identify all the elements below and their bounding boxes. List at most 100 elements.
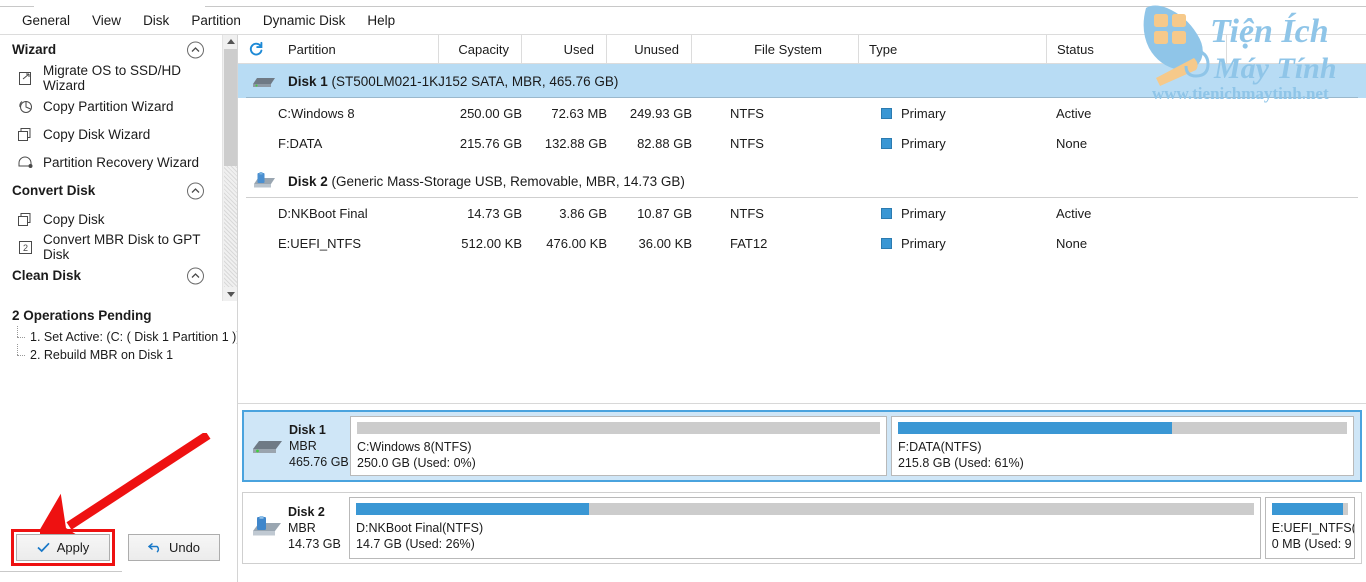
column-header-status[interactable]: Status <box>1047 35 1227 63</box>
partition-map-sub: 0 MB (Used: 9 <box>1271 537 1352 551</box>
menu-item-help[interactable]: Help <box>356 10 406 31</box>
sidebar-item-copy-disk-wizard[interactable]: Copy Disk Wizard <box>0 120 222 148</box>
chevron-up-icon[interactable] <box>187 267 204 284</box>
pending-operation-item[interactable]: 2. Rebuild MBR on Disk 1 <box>14 344 237 364</box>
usage-bar <box>357 422 880 434</box>
action-button-bar: Apply Undo <box>0 529 237 568</box>
sidebar-item-convert-mbr-to-gpt-label: Convert MBR Disk to GPT Disk <box>43 232 201 262</box>
menu-item-general[interactable]: General <box>11 10 81 31</box>
column-header-used[interactable]: Used <box>522 35 607 63</box>
table-row[interactable]: C:Windows 8 250.00 GB 72.63 MB 249.93 GB… <box>238 98 1366 128</box>
sidebar: Wizard Migrate OS to SSD/HD Wizard Copy … <box>0 35 241 582</box>
pending-operation-label: 2. Rebuild MBR on Disk 1 <box>30 348 174 362</box>
table-row[interactable]: D:NKBoot Final 14.73 GB 3.86 GB 10.87 GB… <box>238 198 1366 228</box>
cell-partition: E:UEFI_NTFS <box>278 235 362 251</box>
cell-used: 3.86 GB <box>559 205 607 221</box>
sidebar-group-clean-disk[interactable]: Clean Disk <box>0 261 222 290</box>
partition-table-header: Partition Capacity Used Unused File Syst… <box>238 35 1366 64</box>
usage-bar-fill <box>897 422 1172 434</box>
column-header-capacity[interactable]: Capacity <box>439 35 522 63</box>
disk-map-partition[interactable]: F:DATA(NTFS) 215.8 GB (Used: 61%) <box>890 416 1354 476</box>
disk-map-scheme: MBR <box>289 439 317 453</box>
scrollbar-track[interactable] <box>224 166 237 287</box>
window-chrome <box>0 0 1366 7</box>
scroll-up-arrow-icon[interactable] <box>223 35 238 48</box>
cell-unused: 82.88 GB <box>637 135 692 151</box>
cell-status: Active <box>1056 205 1092 221</box>
table-disk-header-row[interactable]: Disk 2 (Generic Mass-Storage USB, Remova… <box>238 164 1366 198</box>
disk-map-partition[interactable]: D:NKBoot Final(NTFS) 14.7 GB (Used: 26%) <box>349 497 1261 559</box>
sidebar-group-convert-disk[interactable]: Convert Disk <box>0 176 222 205</box>
column-header-partition[interactable]: Partition <box>266 35 439 63</box>
menu-item-disk[interactable]: Disk <box>132 10 180 31</box>
cell-partition: F:DATA <box>278 135 323 151</box>
menu-item-view[interactable]: View <box>81 10 132 31</box>
usage-bar <box>1271 503 1348 515</box>
table-disk-header-row[interactable]: Disk 1 (ST500LM021-1KJ152 SATA, MBR, 465… <box>238 64 1366 98</box>
disk-map-partition[interactable]: E:UEFI_NTFS( 0 MB (Used: 9 <box>1264 497 1355 559</box>
undo-button-label: Undo <box>168 540 201 555</box>
copy-disk-icon <box>15 210 35 228</box>
tree-branch-icon <box>14 344 30 364</box>
migrate-os-icon <box>15 69 35 87</box>
sidebar-item-migrate-os[interactable]: Migrate OS to SSD/HD Wizard <box>0 63 222 93</box>
chevron-up-icon[interactable] <box>187 182 204 199</box>
partition-recovery-icon <box>15 153 35 171</box>
apply-button[interactable]: Apply <box>16 534 110 561</box>
type-color-swatch <box>881 137 892 149</box>
partition-map-sub: 250.0 GB (Used: 0%) <box>357 456 476 470</box>
table-row[interactable]: F:DATA 215.76 GB 132.88 GB 82.88 GB NTFS… <box>238 128 1366 158</box>
usage-bar <box>356 503 1254 515</box>
cell-type: Primary <box>881 198 946 228</box>
partition-map-label: C:Windows 8(NTFS) <box>357 440 472 454</box>
scrollbar-thumb[interactable] <box>224 49 237 166</box>
column-header-unused[interactable]: Unused <box>607 35 692 63</box>
partition-map-label: D:NKBoot Final(NTFS) <box>356 521 484 535</box>
sidebar-item-partition-recovery[interactable]: Partition Recovery Wizard <box>0 148 222 176</box>
sidebar-scroll-area: Wizard Migrate OS to SSD/HD Wizard Copy … <box>0 35 222 301</box>
scroll-down-arrow-icon[interactable] <box>223 288 238 301</box>
menu-item-dynamic-disk[interactable]: Dynamic Disk <box>252 10 357 31</box>
disk-map-info-text: Disk 1 MBR 465.76 GB <box>289 422 349 470</box>
disk-map-partitions: D:NKBoot Final(NTFS) 14.7 GB (Used: 26%)… <box>349 493 1361 563</box>
bottom-divider <box>0 571 122 572</box>
cell-capacity: 215.76 GB <box>459 135 522 151</box>
undo-button[interactable]: Undo <box>128 534 220 561</box>
cell-file-system: NTFS <box>730 135 764 151</box>
sidebar-item-copy-partition-wizard[interactable]: Copy Partition Wizard <box>0 92 222 120</box>
column-header-type[interactable]: Type <box>859 35 1047 63</box>
cell-used: 476.00 KB <box>546 235 607 251</box>
menu-bar: General View Disk Partition Dynamic Disk… <box>0 7 1366 34</box>
disk-map-name: Disk 1 <box>289 423 326 437</box>
sidebar-item-convert-mbr-to-gpt[interactable]: 2 Convert MBR Disk to GPT Disk <box>0 232 222 262</box>
disk-map-row[interactable]: Disk 2 MBR 14.73 GB D:NKBoot Final(NTFS)… <box>242 492 1362 564</box>
sidebar-item-copy-partition-wizard-label: Copy Partition Wizard <box>43 98 174 114</box>
column-header-file-system[interactable]: File System <box>692 35 859 63</box>
convert-mbr-gpt-icon: 2 <box>15 238 35 256</box>
menu-item-partition[interactable]: Partition <box>180 10 252 31</box>
hard-disk-icon <box>250 436 286 456</box>
disk-map-size: 14.73 GB <box>288 537 341 551</box>
disk-map-partition[interactable]: C:Windows 8(NTFS) 250.0 GB (Used: 0%) <box>350 416 887 476</box>
cell-used: 132.88 GB <box>544 135 607 151</box>
table-row[interactable]: E:UEFI_NTFS 512.00 KB 476.00 KB 36.00 KB… <box>238 228 1366 258</box>
disk-map-row[interactable]: Disk 1 MBR 465.76 GB C:Windows 8(NTFS) 2… <box>242 410 1362 482</box>
undo-arrow-icon <box>147 542 162 553</box>
sidebar-item-copy-disk[interactable]: Copy Disk <box>0 205 222 233</box>
cell-capacity: 512.00 KB <box>461 235 522 251</box>
pending-operation-label: 1. Set Active: (C: ( Disk 1 Partition 1 … <box>30 330 241 344</box>
chevron-up-icon[interactable] <box>187 41 204 58</box>
annotation-arrow <box>40 433 211 545</box>
cell-file-system: NTFS <box>730 105 764 121</box>
pending-operation-item[interactable]: 1. Set Active: (C: ( Disk 1 Partition 1 … <box>14 326 241 346</box>
table-disk-header-label: Disk 1 (ST500LM021-1KJ152 SATA, MBR, 465… <box>288 74 618 89</box>
main-panel: Partition Capacity Used Unused File Syst… <box>238 35 1366 582</box>
sidebar-scrollbar[interactable] <box>222 35 237 301</box>
sidebar-item-migrate-os-label: Migrate OS to SSD/HD Wizard <box>43 63 182 93</box>
cell-type: Primary <box>881 98 946 128</box>
refresh-icon[interactable] <box>248 41 264 57</box>
cell-partition: C:Windows 8 <box>278 105 355 121</box>
usb-disk-icon <box>249 516 285 540</box>
partition-map-sub: 14.7 GB (Used: 26%) <box>356 537 475 551</box>
sidebar-group-wizard[interactable]: Wizard <box>0 35 222 64</box>
